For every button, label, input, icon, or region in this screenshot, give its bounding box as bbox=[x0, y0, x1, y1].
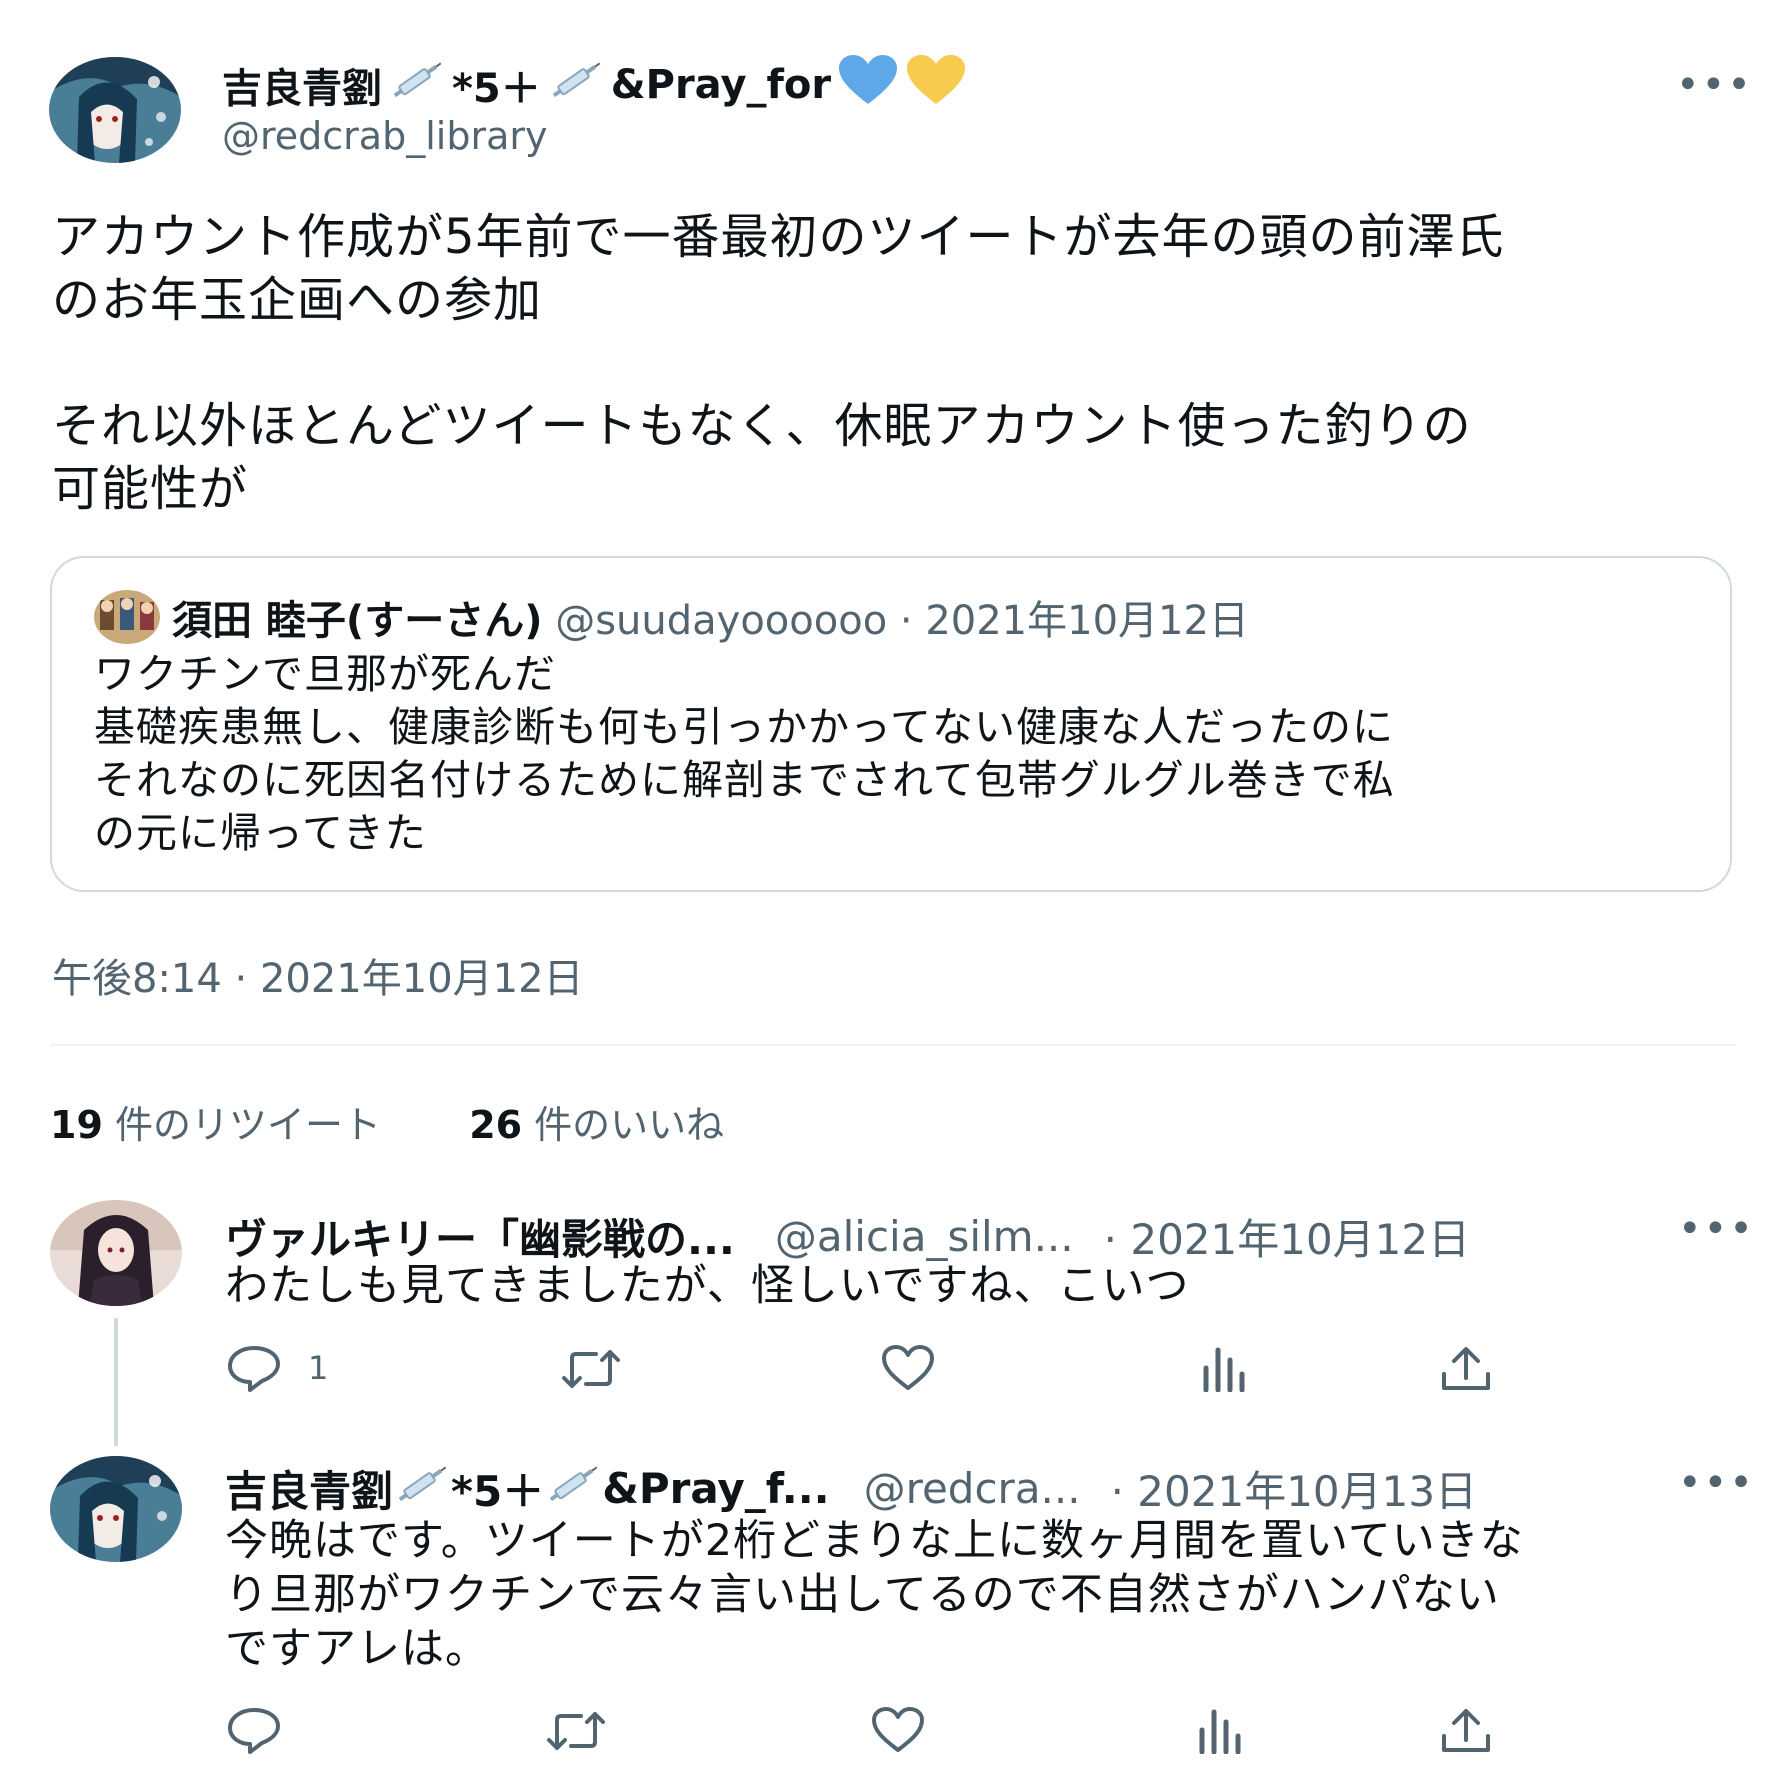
reply-text: わたしも見てきましたが、怪しいですね、こいつ bbox=[225, 1261, 1190, 1311]
syringe-icon bbox=[393, 1461, 451, 1517]
main-author-handle[interactable]: @redcrab_library bbox=[222, 114, 547, 158]
syringe-icon bbox=[544, 1461, 602, 1517]
views-icon bbox=[1199, 1709, 1241, 1754]
likes-stat[interactable]: 26 件のいいね bbox=[469, 1103, 724, 1147]
quoted-handle[interactable]: @suudayoooooo bbox=[555, 598, 887, 644]
quoted-tweet-text: ワクチンで旦那が死んだ 基礎疾患無し、健康診断も何も引っかかってない健康な人だっ… bbox=[94, 650, 1395, 857]
like-icon bbox=[882, 1345, 934, 1390]
views-icon bbox=[1203, 1347, 1245, 1392]
retweets-count: 19 bbox=[50, 1103, 103, 1147]
syringe-icon bbox=[547, 57, 605, 113]
reply-handle[interactable]: @redcra... bbox=[864, 1464, 1081, 1513]
reply-count: 1 bbox=[308, 1349, 329, 1387]
like-button[interactable] bbox=[880, 1344, 936, 1392]
more-options-button[interactable]: ••• bbox=[1678, 1206, 1755, 1252]
reply-icon bbox=[228, 1346, 280, 1392]
main-author-name[interactable]: 吉良青劉 *5＋ &Pray_for bbox=[222, 54, 967, 116]
display-name: 吉良青劉 bbox=[222, 66, 382, 112]
name-suffix: &Pray_f... bbox=[602, 1464, 830, 1513]
reply-date[interactable]: · 2021年10月13日 bbox=[1111, 1458, 1477, 1519]
reply-icon bbox=[228, 1708, 280, 1754]
more-options-button[interactable]: ••• bbox=[1678, 1460, 1755, 1506]
name-suffix: &Pray_for bbox=[610, 62, 832, 108]
engagement-stats: 19 件のリツイート 26 件のいいね bbox=[50, 1094, 724, 1149]
views-button[interactable] bbox=[1196, 1708, 1244, 1754]
reply-avatar[interactable] bbox=[50, 1456, 182, 1562]
reply-handle[interactable]: @alicia_silm... bbox=[775, 1212, 1074, 1261]
retweets-stat[interactable]: 19 件のリツイート bbox=[50, 1103, 381, 1147]
retweet-button[interactable] bbox=[545, 1710, 607, 1752]
views-button[interactable] bbox=[1200, 1346, 1248, 1392]
divider bbox=[50, 1044, 1736, 1046]
retweet-button[interactable] bbox=[560, 1348, 622, 1390]
reply-button[interactable]: 1 bbox=[226, 1344, 328, 1392]
retweets-label: 件のリツイート bbox=[114, 1103, 381, 1147]
reply-header: ヴァルキリー「幽影戦の... @alicia_silm... · 2021年10… bbox=[225, 1206, 1470, 1267]
name-suffix: *5＋ bbox=[452, 66, 541, 112]
reply-display-name[interactable]: ヴァルキリー「幽影戦の... bbox=[225, 1206, 735, 1267]
reply-avatar[interactable] bbox=[50, 1200, 182, 1306]
retweet-icon bbox=[562, 1350, 620, 1388]
share-button[interactable] bbox=[1440, 1346, 1492, 1392]
blue-heart-icon bbox=[837, 54, 899, 116]
share-icon bbox=[1442, 1709, 1490, 1752]
tweet-text: アカウント作成が5年前で一番最初のツイートが去年の頭の前澤氏 のお年玉企画への参… bbox=[52, 209, 1505, 517]
more-options-button[interactable]: ••• bbox=[1676, 62, 1753, 108]
yellow-heart-icon bbox=[905, 54, 967, 116]
reply-button[interactable] bbox=[226, 1706, 308, 1754]
retweet-icon bbox=[547, 1712, 605, 1750]
likes-count: 26 bbox=[469, 1103, 523, 1147]
quoted-date[interactable]: · 2021年10月12日 bbox=[900, 598, 1249, 644]
main-author-avatar[interactable] bbox=[49, 57, 181, 163]
reply-display-name[interactable]: 吉良青劉 bbox=[225, 1458, 393, 1519]
reply-text: 今晩はです。ツイートが2桁どまりな上に数ヶ月間を置いていきな り旦那がワクチンで… bbox=[225, 1516, 1524, 1674]
likes-label: 件のいいね bbox=[534, 1103, 725, 1147]
quoted-tweet-card[interactable]: 須田 睦子(すーさん) @suudayoooooo · 2021年10月12日 … bbox=[50, 556, 1732, 892]
share-icon bbox=[1442, 1347, 1490, 1390]
reply-header: 吉良青劉 *5＋ &Pray_f... @redcra... · 2021年10… bbox=[225, 1458, 1477, 1519]
like-button[interactable] bbox=[870, 1706, 926, 1754]
quoted-author-avatar bbox=[94, 590, 160, 644]
name-suffix: *5＋ bbox=[451, 1467, 545, 1516]
quoted-display-name[interactable]: 須田 睦子(すーさん) bbox=[172, 598, 543, 644]
thread-connector-line bbox=[114, 1318, 118, 1446]
quoted-tweet-header: 須田 睦子(すーさん) @suudayoooooo · 2021年10月12日 bbox=[172, 588, 1249, 646]
tweet-timestamp[interactable]: 午後8:14 · 2021年10月12日 bbox=[52, 946, 584, 1004]
like-icon bbox=[872, 1707, 924, 1752]
reply-date[interactable]: · 2021年10月12日 bbox=[1104, 1206, 1470, 1267]
syringe-icon bbox=[388, 57, 446, 113]
share-button[interactable] bbox=[1440, 1708, 1492, 1754]
